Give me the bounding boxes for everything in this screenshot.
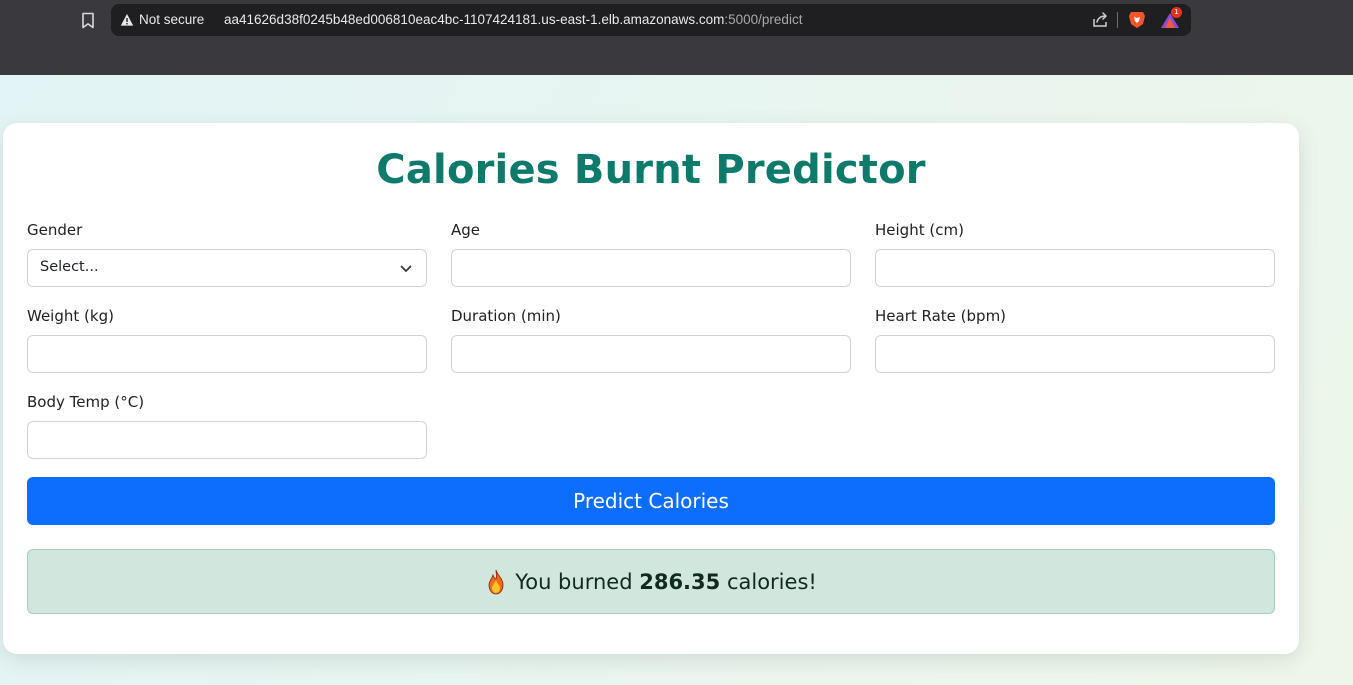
security-status[interactable]: Not secure [139, 12, 204, 27]
warning-icon [120, 14, 134, 26]
browser-toolbar: Not secure aa41626d38f0245b48ed006810eac… [0, 0, 1353, 75]
url-path: :5000/predict [724, 12, 803, 27]
gender-field: Gender Select... [27, 221, 427, 287]
result-prefix: You burned [515, 569, 633, 594]
chevron-down-icon [400, 265, 412, 272]
duration-field: Duration (min) [451, 307, 851, 373]
page-title: Calories Burnt Predictor [376, 147, 926, 193]
url-host: aa41626d38f0245b48ed006810eac4bc-1107424… [224, 12, 725, 27]
share-icon[interactable] [1091, 11, 1109, 29]
gender-select[interactable]: Select... [27, 249, 427, 287]
calories-value: 286.35 [639, 569, 721, 594]
result-suffix: calories! [726, 569, 817, 594]
height-field: Height (cm) [875, 221, 1275, 287]
body-temp-label: Body Temp (°C) [27, 393, 145, 411]
duration-input[interactable] [451, 335, 851, 373]
brave-rewards-icon[interactable]: 1 [1159, 7, 1182, 30]
url-text[interactable]: aa41626d38f0245b48ed006810eac4bc-1107424… [224, 12, 802, 27]
weight-input[interactable] [27, 335, 427, 373]
brave-shields-icon[interactable] [1127, 10, 1147, 30]
duration-label: Duration (min) [451, 307, 561, 325]
heart-rate-field: Heart Rate (bpm) [875, 307, 1275, 373]
gender-selected-value: Select... [40, 259, 99, 275]
predict-calories-button[interactable]: Predict Calories [27, 477, 1275, 525]
height-input[interactable] [875, 249, 1275, 287]
weight-field: Weight (kg) [27, 307, 427, 373]
rewards-badge: 1 [1171, 7, 1182, 18]
weight-label: Weight (kg) [27, 307, 114, 325]
body-temp-field: Body Temp (°C) [27, 393, 427, 459]
body-temp-input[interactable] [27, 421, 427, 459]
flame-icon [488, 569, 504, 594]
age-label: Age [451, 221, 481, 239]
result-alert: You burned 286.35 calories! [27, 549, 1275, 614]
toolbar-divider [1117, 12, 1118, 28]
heart-rate-label: Heart Rate (bpm) [875, 307, 1007, 325]
age-field: Age [451, 221, 851, 287]
address-bar[interactable]: Not secure aa41626d38f0245b48ed006810eac… [111, 4, 1191, 36]
age-input[interactable] [451, 249, 851, 287]
heart-rate-input[interactable] [875, 335, 1275, 373]
gender-label: Gender [27, 221, 83, 239]
predictor-card: Calories Burnt Predictor Gender Select..… [3, 123, 1299, 654]
height-label: Height (cm) [875, 221, 964, 239]
bookmark-icon[interactable] [78, 10, 98, 30]
